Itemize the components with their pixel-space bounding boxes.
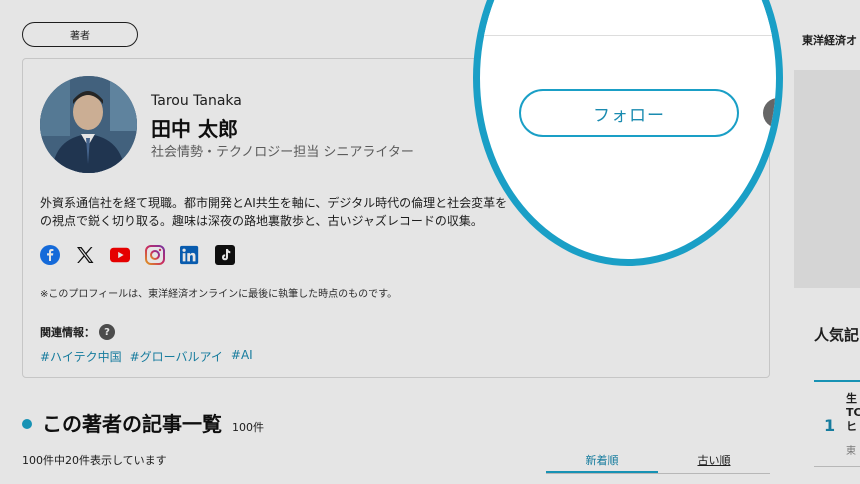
bio-line: 外資系通信社を経て現職。都市開発とAI共生を軸に、デジタル時代の倫理と社会変革を [40,196,508,210]
sort-newest-tab[interactable]: 新着順 [546,452,658,473]
tiktok-icon[interactable] [215,245,235,265]
sidebar-ad-placeholder [794,70,860,288]
help-icon[interactable]: ? [99,324,115,340]
related-info-label: 関連情報： [40,326,95,339]
articles-title: この著者の記事一覧 [42,412,222,436]
x-icon[interactable] [75,245,95,265]
linkedin-icon[interactable] [180,245,200,265]
author-avatar [40,76,137,173]
tag-link[interactable]: #ハイテク中国 [40,348,122,365]
articles-heading: この著者の記事一覧 100件 [22,408,264,437]
author-name-ja: 田中 太郎 [151,117,238,141]
sidebar-brand-tag[interactable]: 東洋経済オ [794,22,860,56]
ranking-item-title[interactable]: 生TCヒ [846,392,860,434]
articles-count: 100件 [232,421,264,434]
lens-divider [480,35,776,36]
author-bio: 外資系通信社を経て現職。都市開発とAI共生を軸に、デジタル時代の倫理と社会変革を… [40,194,510,230]
sort-tabs: 新着順 古い順 [546,452,770,474]
bullet-dot-icon [22,419,32,429]
tag-link[interactable]: #グローバルアイ [130,348,223,365]
ranking-tab-underline [814,380,860,382]
facebook-icon[interactable] [40,245,60,265]
sidebar: 東洋経済オ 人気記 1 生TCヒ 東 [794,0,860,484]
author-pill: 著者 [22,22,138,47]
follow-button[interactable]: フォロー [519,89,739,137]
youtube-icon[interactable] [110,245,130,265]
ranking-item-source: 東 [846,446,856,457]
related-tags: #ハイテク中国 #グローバルアイ #AI [40,348,253,365]
social-links [40,245,235,265]
sidebar-ranking-card: 人気記 1 生TCヒ 東 [794,306,860,484]
author-name-en: Tarou Tanaka [151,93,242,109]
ranking-divider [814,466,860,467]
lens-header-area [480,0,776,35]
page: 著者 Tarou Tanaka 田中 太郎 社会情勢・テクノロジー担当 シニアラ… [0,0,860,484]
related-info: 関連情報： ? [40,324,115,340]
profile-note: ※このプロフィールは、東洋経済オンラインに最後に執筆した時点のものです。 [40,289,398,300]
articles-showing: 100件中20件表示しています [22,454,167,467]
instagram-icon[interactable] [145,245,165,265]
tag-link[interactable]: #AI [231,348,253,365]
bio-line: の視点で鋭く切り取る。趣味は深夜の路地裏散歩と、古いジャズレコードの収集。 [40,214,483,228]
sort-oldest-tab[interactable]: 古い順 [658,452,770,473]
author-role: 社会情勢・テクノロジー担当 シニアライター [151,145,414,160]
ranking-title: 人気記 [814,326,860,344]
ranking-number: 1 [824,416,836,435]
